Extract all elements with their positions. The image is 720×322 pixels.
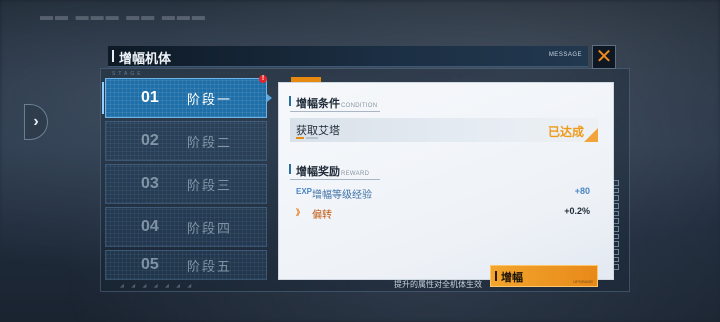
tab-label: 阶段一 [187,91,233,107]
dialog-title: 增幅机体 [119,51,172,66]
close-icon: ✕ [595,46,613,68]
reward-value: +0.2% [564,206,590,216]
chevron-right-icon: › [33,113,39,130]
tab-stage-5[interactable]: 05 阶段五 [105,250,267,280]
condition-status: 已达成 [547,125,584,139]
tab-pointer-icon [267,94,272,102]
tab-label: 阶段五 [187,258,233,274]
reward-name: 偏转 [312,210,332,221]
background-header-text: ▬▬ ▬▬▬ ▬▬ ▬▬▬ [40,8,207,23]
tab-number: 04 [141,218,159,235]
section-divider [290,179,380,180]
amplify-button[interactable]: 增幅 UPGRADE [490,265,598,287]
button-accent-bar [495,271,497,281]
tab-number: 02 [141,132,159,149]
dialog-titlebar: 增幅机体 MESSAGE [108,46,588,67]
active-tab-accent [102,82,104,114]
frame-bottom-decoration: ◢ ◢ ◢ ◢ ◢ ◢ ◢ [120,283,195,289]
tab-label: 阶段三 [187,177,233,193]
deflect-icon: 》 [296,208,304,217]
close-button[interactable]: ✕ [592,45,616,69]
amplify-button-sub: UPGRADE [573,279,593,284]
tab-number: 03 [141,175,159,192]
title-accent-bar [112,50,114,62]
reward-section-bar [289,164,291,174]
condition-title-text: 增幅条件 [296,98,340,110]
message-label: MESSAGE [548,52,582,58]
reward-value: +80 [574,186,590,196]
condition-progress-track [306,137,318,139]
reward-row: EXP 增幅等级经验 +80 [292,186,596,201]
tab-stage-2[interactable]: 02 阶段二 [105,121,267,161]
tab-stage-3[interactable]: 03 阶段三 [105,164,267,204]
condition-item: 获取艾塔 [296,125,340,137]
condition-row: 获取艾塔 已达成 [290,118,598,142]
section-divider [290,111,380,112]
condition-section-bar [289,96,291,106]
alert-badge: ! [259,75,267,83]
reward-title-en: REWARD [341,171,370,177]
tab-number: 01 [141,89,159,106]
tab-label: 阶段二 [187,134,233,150]
footnote: 提升的属性对全机体生效 [394,280,482,289]
tab-stage-4[interactable]: 04 阶段四 [105,207,267,247]
amplify-button-label: 增幅 [501,272,523,284]
condition-section-title: 增幅条件CONDITION [296,95,377,111]
condition-title-en: CONDITION [341,103,378,109]
stage-tag: STAGE [112,71,144,77]
condition-progress-mark [296,137,304,139]
panel-tab-marker [291,77,321,82]
tab-label: 阶段四 [187,220,233,236]
reward-row: 》 偏转 +0.2% [292,206,596,221]
exp-icon: EXP [296,187,313,196]
reward-title-text: 增幅奖励 [296,166,340,178]
tab-number: 05 [141,256,159,273]
reward-section-title: 增幅奖励REWARD [296,163,369,179]
status-corner-decoration [584,128,598,142]
tab-stage-1[interactable]: 01 阶段一 [102,78,272,118]
reward-name: 增幅等级经验 [312,190,372,201]
